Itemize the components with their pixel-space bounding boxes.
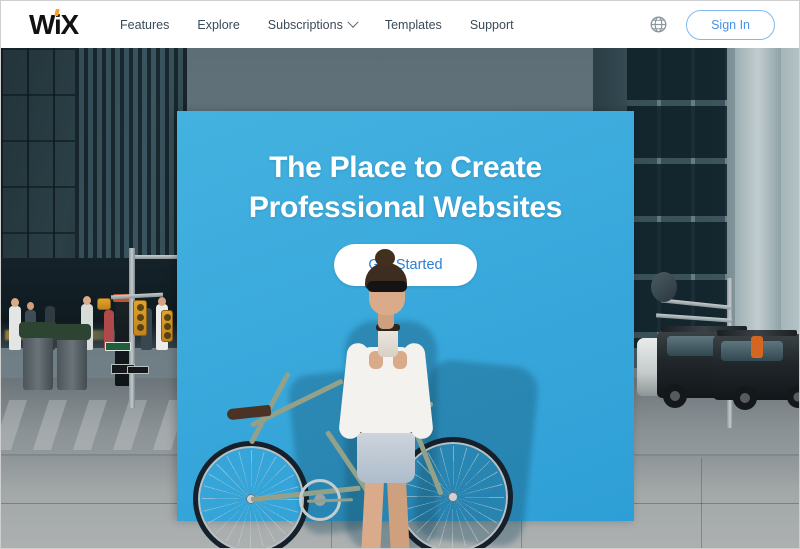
planter-foliage — [53, 324, 91, 340]
regulatory-sign — [127, 366, 149, 374]
wix-logo[interactable]: WiX — [29, 8, 79, 40]
front-hub — [448, 492, 458, 502]
denim-shorts — [357, 429, 415, 483]
nav-item-subscriptions[interactable]: Subscriptions — [254, 12, 371, 38]
right-building-column — [735, 48, 781, 368]
pedestrian-signal — [97, 298, 111, 310]
nav-item-features[interactable]: Features — [106, 12, 183, 38]
header-actions: Sign In — [649, 9, 775, 40]
sunglasses — [367, 281, 407, 292]
nav-label: Explore — [197, 17, 240, 32]
main-navigation: Features Explore Subscriptions Templates… — [106, 12, 528, 38]
nav-item-support[interactable]: Support — [456, 12, 528, 38]
site-header: WiX Features Explore Subscriptions Templ… — [1, 1, 799, 48]
hero-subject — [177, 111, 634, 548]
wix-landing-page: WiX Features Explore Subscriptions Templ… — [0, 0, 800, 549]
coffee-cup — [378, 327, 398, 357]
nav-label: Features — [120, 17, 170, 32]
hero-photo: The Place to Create Professional Website… — [1, 48, 799, 548]
nav-label: Subscriptions — [267, 17, 343, 32]
nav-label: Templates — [384, 17, 442, 32]
traffic-light — [133, 300, 147, 336]
sign-in-button[interactable]: Sign In — [686, 9, 775, 40]
hair-bun — [375, 249, 395, 267]
street-name-sign — [105, 342, 131, 351]
traffic-light — [161, 310, 173, 342]
nav-item-templates[interactable]: Templates — [371, 12, 456, 38]
sidewalk-planter — [23, 334, 53, 390]
city-street-photo: The Place to Create Professional Website… — [1, 48, 799, 548]
nav-item-explore[interactable]: Explore — [183, 12, 253, 38]
pedestrian-worker — [751, 336, 763, 358]
chevron-down-icon — [347, 16, 359, 28]
car-wheel — [733, 386, 757, 410]
globe-icon[interactable] — [649, 15, 668, 34]
sidewalk-planter — [57, 336, 87, 390]
nav-label: Support — [469, 17, 514, 32]
car-wheel — [663, 384, 687, 408]
pavement-seam — [701, 458, 702, 548]
street-clock — [651, 272, 677, 302]
planter-foliage — [19, 322, 57, 338]
logo-text: WiX — [29, 8, 79, 40]
